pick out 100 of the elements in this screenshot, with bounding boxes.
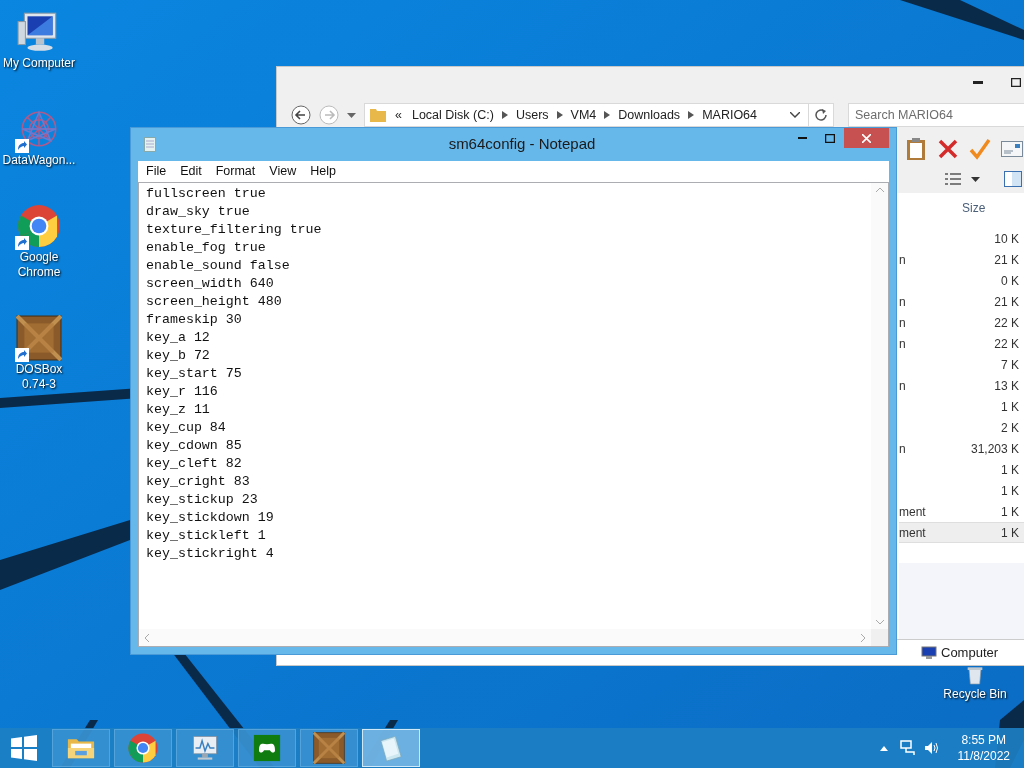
navigation-item[interactable]: Computer bbox=[921, 642, 999, 663]
windows-logo-icon bbox=[11, 735, 37, 761]
delete-icon[interactable] bbox=[937, 138, 959, 160]
text-line: enable_fog true bbox=[146, 239, 267, 257]
desktop-shortcut[interactable]: My Computer bbox=[0, 4, 78, 75]
breadcrumb-item[interactable]: Downloads bbox=[618, 105, 681, 125]
file-size: 1 K bbox=[1001, 503, 1020, 521]
file-size: 0 K bbox=[1001, 272, 1020, 290]
chevron-right-icon bbox=[604, 111, 611, 119]
clipboard-icon[interactable] bbox=[905, 137, 927, 161]
breadcrumb-item[interactable]: MARIO64 bbox=[702, 105, 757, 125]
desktop-shortcut[interactable]: Google Chrome bbox=[0, 198, 78, 284]
text-line: key_r 116 bbox=[146, 383, 219, 401]
menu-item[interactable]: Help bbox=[310, 162, 336, 181]
chrome-icon bbox=[127, 732, 159, 764]
caret-icon[interactable] bbox=[971, 176, 980, 182]
file-row[interactable]: n 31,203 K bbox=[899, 438, 1024, 459]
file-size: 22 K bbox=[994, 314, 1020, 332]
file-row[interactable]: 2 K bbox=[899, 417, 1024, 438]
file-row[interactable]: n 21 K bbox=[899, 249, 1024, 270]
file-row[interactable]: ment 1 K bbox=[899, 522, 1024, 543]
breadcrumb-item[interactable]: Local Disk (C:) bbox=[411, 105, 494, 125]
shortcut-label[interactable]: Recycle Bin bbox=[943, 685, 1007, 703]
taskbar-app-button[interactable] bbox=[176, 729, 234, 767]
file-row[interactable]: n 22 K bbox=[899, 333, 1024, 354]
breadcrumb-item[interactable]: VM4 bbox=[570, 105, 597, 125]
text-line: key_cdown 85 bbox=[146, 437, 243, 455]
shortcut-label: DOSBox 0.74-3 bbox=[14, 362, 64, 392]
folder-icon bbox=[369, 107, 387, 123]
text-line: texture_filtering true bbox=[146, 221, 323, 239]
text-line: key_z 11 bbox=[146, 401, 211, 419]
file-row[interactable]: n 13 K bbox=[899, 375, 1024, 396]
file-size: 1 K bbox=[1001, 461, 1020, 479]
envelope-icon[interactable] bbox=[1001, 141, 1023, 157]
file-type: ment bbox=[899, 503, 926, 521]
file-size: 22 K bbox=[994, 335, 1020, 353]
show-hidden-icons-icon[interactable] bbox=[879, 745, 888, 751]
file-type: n bbox=[899, 377, 906, 395]
file-size: 13 K bbox=[994, 377, 1020, 395]
file-row[interactable]: n 22 K bbox=[899, 312, 1024, 333]
chevron-right-icon bbox=[501, 111, 508, 119]
file-type: n bbox=[899, 335, 906, 353]
file-size: 7 K bbox=[1001, 356, 1020, 374]
maximize-icon[interactable] bbox=[1011, 77, 1021, 87]
text-line: screen_height 480 bbox=[146, 293, 283, 311]
clock-date[interactable]: 11/8/2022 bbox=[957, 748, 1010, 764]
file-row[interactable]: 10 K bbox=[899, 228, 1024, 249]
taskbar-app-button[interactable] bbox=[362, 729, 420, 767]
breadcrumb-item[interactable]: Users bbox=[515, 105, 549, 125]
back-icon[interactable] bbox=[291, 105, 311, 125]
text-line: key_stickup 23 bbox=[146, 491, 259, 509]
clock-time[interactable]: 8:55 PM bbox=[961, 732, 1007, 748]
menu-item[interactable]: View bbox=[269, 162, 297, 181]
menu-item[interactable]: Format bbox=[215, 162, 256, 181]
preview-pane-icon[interactable] bbox=[1004, 171, 1022, 187]
address-bar[interactable]: « Local Disk (C:) Users VM4 Downloads MARIO64 bbox=[364, 103, 834, 127]
chevron-down-icon[interactable] bbox=[790, 112, 800, 118]
list-view-icon[interactable] bbox=[945, 172, 961, 186]
text-line: enable_sound false bbox=[146, 257, 291, 275]
network-icon[interactable] bbox=[899, 740, 916, 756]
file-row[interactable]: 7 K bbox=[899, 354, 1024, 375]
desktop-shortcut[interactable]: DataWagon... bbox=[0, 101, 78, 172]
taskbar-app-button[interactable] bbox=[238, 729, 296, 767]
minimize-icon[interactable] bbox=[973, 80, 983, 84]
file-row[interactable]: 1 K bbox=[899, 480, 1024, 501]
file-row[interactable]: 1 K bbox=[899, 396, 1024, 417]
breadcrumb-item[interactable]: « bbox=[395, 105, 402, 125]
scroll-up-icon[interactable] bbox=[875, 187, 884, 192]
search-field[interactable]: Search MARIO64 bbox=[848, 103, 1024, 127]
file-row[interactable]: n 21 K bbox=[899, 291, 1024, 312]
menu-item[interactable]: File bbox=[146, 162, 167, 181]
text-line: fullscreen true bbox=[146, 185, 267, 203]
volume-icon[interactable] bbox=[923, 741, 940, 755]
file-size: 1 K bbox=[1001, 482, 1020, 500]
file-type: n bbox=[899, 440, 906, 458]
scroll-down-icon[interactable] bbox=[875, 620, 884, 625]
desktop-shortcut[interactable]: DOSBox 0.74-3 bbox=[0, 310, 78, 396]
taskbar-app-button[interactable] bbox=[300, 729, 358, 767]
menu-item[interactable]: Edit bbox=[180, 162, 202, 181]
scrollbar-corner bbox=[871, 629, 888, 646]
file-size: 21 K bbox=[994, 293, 1020, 311]
scroll-left-icon[interactable] bbox=[144, 633, 149, 642]
horizontal-scrollbar[interactable] bbox=[139, 629, 871, 646]
close-button[interactable] bbox=[844, 128, 889, 148]
check-icon[interactable] bbox=[969, 138, 991, 160]
file-row[interactable]: 0 K bbox=[899, 270, 1024, 291]
file-row[interactable]: ment 1 K bbox=[899, 501, 1024, 522]
file-row[interactable]: 1 K bbox=[899, 459, 1024, 480]
text-line: screen_width 640 bbox=[146, 275, 275, 293]
column-header[interactable]: Size bbox=[962, 199, 986, 217]
shortcut-label: Google Chrome bbox=[16, 250, 62, 280]
vertical-scrollbar[interactable] bbox=[871, 183, 888, 629]
recent-dropdown-icon[interactable] bbox=[347, 112, 356, 118]
scroll-right-icon[interactable] bbox=[861, 633, 866, 642]
taskbar-app-button[interactable] bbox=[52, 729, 110, 767]
file-size: 1 K bbox=[1001, 524, 1020, 542]
chrome-icon bbox=[16, 203, 62, 249]
text-line: draw_sky true bbox=[146, 203, 251, 221]
taskbar-app-button[interactable] bbox=[114, 729, 172, 767]
recycle-bin-icon[interactable] bbox=[965, 667, 985, 685]
